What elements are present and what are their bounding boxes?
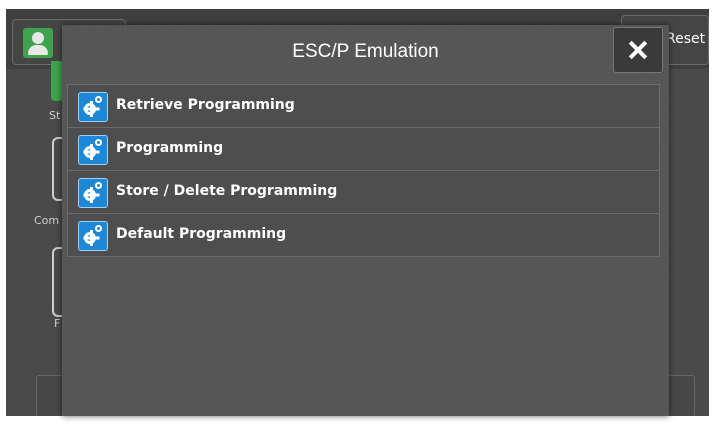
- list-item-retrieve-programming[interactable]: Retrieve Programming: [67, 85, 660, 128]
- programming-list: Retrieve Programming Programming Store /…: [67, 84, 660, 257]
- reset-label: Reset: [666, 31, 706, 47]
- close-button[interactable]: [613, 27, 663, 73]
- gear-icon: [78, 221, 108, 251]
- gear-icon: [78, 135, 108, 165]
- list-item-default-programming[interactable]: Default Programming: [67, 214, 660, 257]
- background-label-fragment: St: [49, 109, 61, 122]
- background-label-fragment: F: [54, 317, 61, 330]
- gear-icon: [78, 92, 108, 122]
- esc-p-emulation-dialog: ESC/P Emulation Retrieve Programming Pro…: [62, 25, 669, 416]
- gear-icon: [78, 178, 108, 208]
- list-item-programming[interactable]: Programming: [67, 128, 660, 171]
- background-label-fragment: Com: [34, 214, 60, 227]
- dialog-title: ESC/P Emulation: [292, 41, 439, 62]
- list-item-label: Programming: [116, 140, 224, 156]
- list-item-label: Retrieve Programming: [116, 97, 295, 113]
- list-item-label: Store / Delete Programming: [116, 183, 338, 199]
- list-item-store-delete-programming[interactable]: Store / Delete Programming: [67, 171, 660, 214]
- list-item-label: Default Programming: [116, 226, 287, 242]
- user-icon: [23, 28, 53, 58]
